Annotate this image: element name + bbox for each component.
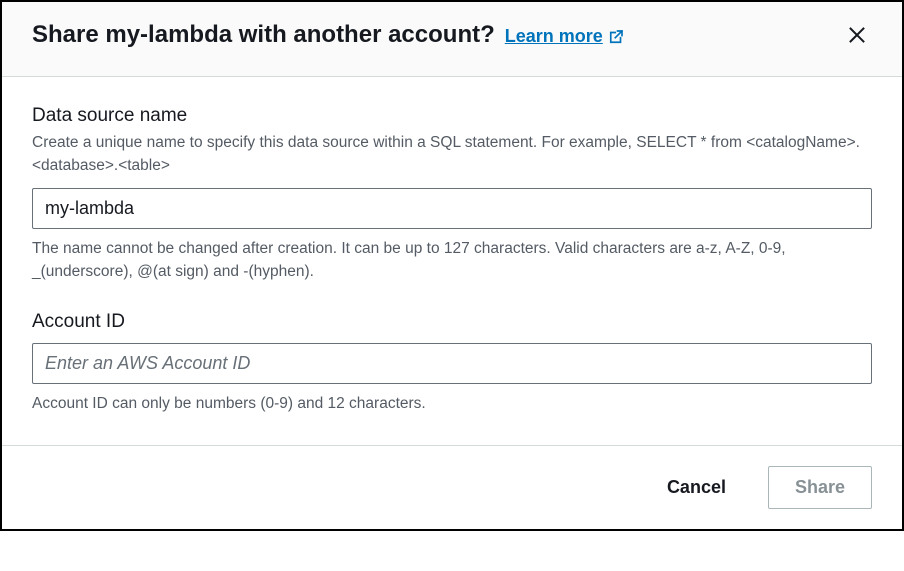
share-button[interactable]: Share	[768, 466, 872, 509]
modal-title: Share my-lambda with another account?	[32, 21, 495, 49]
learn-more-label: Learn more	[505, 26, 603, 47]
external-link-icon	[607, 28, 625, 46]
share-modal: Share my-lambda with another account? Le…	[0, 0, 904, 531]
modal-title-wrap: Share my-lambda with another account? Le…	[32, 21, 625, 49]
account-id-label: Account ID	[32, 311, 872, 333]
account-id-input[interactable]	[32, 343, 872, 384]
data-source-name-label: Data source name	[32, 105, 872, 127]
data-source-name-input[interactable]	[32, 188, 872, 229]
close-button[interactable]	[842, 20, 872, 50]
modal-body: Data source name Create a unique name to…	[2, 77, 902, 445]
data-source-name-field: Data source name Create a unique name to…	[32, 105, 872, 283]
cancel-button[interactable]: Cancel	[641, 467, 752, 508]
modal-footer: Cancel Share	[2, 445, 902, 529]
modal-header: Share my-lambda with another account? Le…	[2, 2, 902, 77]
account-id-field: Account ID Account ID can only be number…	[32, 311, 872, 415]
account-id-hint: Account ID can only be numbers (0-9) and…	[32, 392, 872, 415]
data-source-name-description: Create a unique name to specify this dat…	[32, 131, 872, 178]
close-icon	[846, 24, 868, 46]
learn-more-link[interactable]: Learn more	[505, 26, 625, 47]
data-source-name-hint: The name cannot be changed after creatio…	[32, 237, 872, 284]
